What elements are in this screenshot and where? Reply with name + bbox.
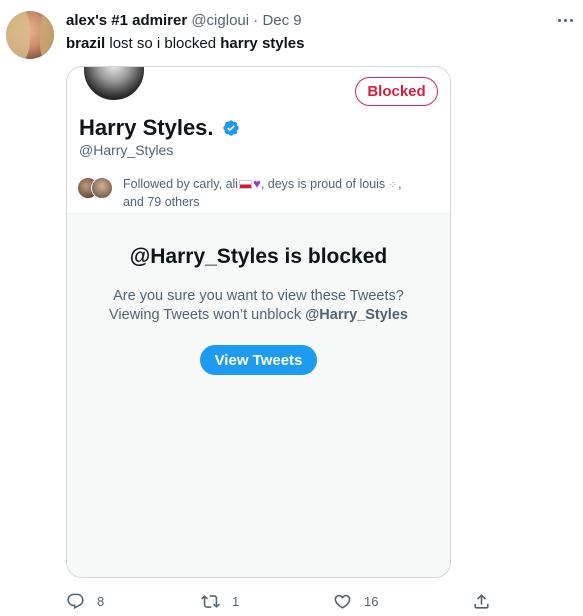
blocked-note-prefix: Viewing Tweets won’t unblock (109, 307, 306, 323)
share-icon (474, 593, 489, 609)
reply-count: 8 (97, 593, 105, 609)
separator: · (253, 12, 259, 29)
like-count: 16 (364, 593, 379, 609)
blocked-question: Are you sure you want to view these Twee… (113, 288, 404, 304)
follower-avatar (91, 177, 113, 199)
blocked-note-handle: @Harry_Styles (305, 307, 408, 323)
profile-picture (81, 67, 147, 103)
retweet-icon (201, 594, 220, 608)
retweet-button[interactable]: 1 (201, 590, 239, 612)
blocked-button: Blocked (355, 77, 438, 106)
tweet-actions: 8 1 16 (66, 590, 566, 612)
sparkle-icon: ⁘ (388, 180, 399, 191)
like-button[interactable]: 16 (333, 590, 378, 612)
more-icon[interactable] (555, 12, 575, 28)
author-handle[interactable]: @cigloui (191, 12, 249, 29)
view-tweets-button: View Tweets (200, 345, 317, 375)
retweet-count: 1 (232, 593, 240, 609)
tweet-text: brazil lost so i blocked harry styles (66, 35, 304, 52)
tweet-header: alex's #1 admirer @cigloui · Dec 9 (66, 12, 302, 29)
followed-prefix: Followed by carly, ali (123, 177, 239, 191)
profile-handle: @Harry_Styles (79, 142, 174, 158)
tweet-media-screenshot[interactable]: Blocked Harry Styles. @Harry_Styles Foll… (66, 66, 451, 578)
share-button[interactable] (472, 590, 491, 612)
author-avatar[interactable] (6, 11, 54, 59)
tweet-text-mid: lost so i blocked (105, 35, 221, 52)
followed-suffix: , (398, 177, 402, 191)
flag-icon (239, 180, 253, 190)
reply-button[interactable]: 8 (66, 590, 104, 612)
verified-icon (222, 120, 239, 136)
like-icon (334, 594, 351, 609)
follower-avatars (77, 177, 117, 199)
purple-heart-icon: ♥ (253, 176, 261, 191)
followed-mid: , deys is proud of louis (260, 177, 386, 191)
tweet-date[interactable]: Dec 9 (262, 12, 301, 29)
author-name[interactable]: alex's #1 admirer (66, 12, 187, 29)
tweet-text-bold-2: harry styles (220, 35, 305, 52)
followed-text: Followed by carly, ali ♥, deys is proud o… (123, 175, 443, 211)
blocked-panel: @Harry_Styles is blocked Are you sure yo… (67, 214, 450, 577)
tweet-text-bold-1: brazil (66, 35, 106, 52)
profile-name: Harry Styles. (79, 115, 214, 140)
blocked-title: @Harry_Styles is blocked (129, 245, 388, 268)
blocked-note: Viewing Tweets won’t unblock @Harry_Styl… (67, 306, 450, 325)
reply-icon (67, 593, 84, 609)
followed-more: and 79 others (123, 195, 200, 209)
profile-name-row: Harry Styles. (79, 115, 240, 141)
